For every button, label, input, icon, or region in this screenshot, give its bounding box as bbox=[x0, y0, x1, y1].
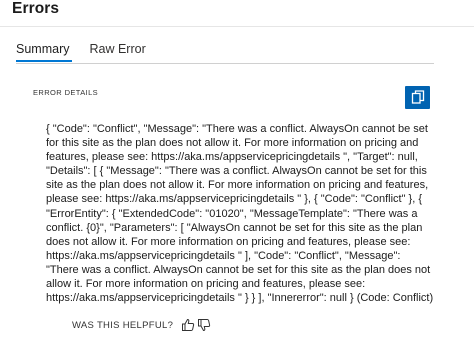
thumbs-up-icon[interactable] bbox=[181, 318, 195, 332]
tab-bar: Summary Raw Error bbox=[16, 40, 166, 64]
error-details-label: ERROR DETAILS bbox=[33, 88, 99, 97]
copy-icon bbox=[411, 90, 425, 105]
copy-button[interactable] bbox=[405, 86, 430, 109]
panel-title: Errors bbox=[12, 0, 60, 17]
error-details-text: { "Code": "Conflict", "Message": "There … bbox=[46, 123, 434, 305]
tab-summary[interactable]: Summary bbox=[16, 40, 75, 62]
header-divider bbox=[0, 26, 474, 27]
feedback-row: WAS THIS HELPFUL? bbox=[72, 317, 211, 333]
tab-raw-error[interactable]: Raw Error bbox=[89, 40, 151, 62]
thumbs-down-icon[interactable] bbox=[197, 318, 211, 332]
feedback-label: WAS THIS HELPFUL? bbox=[72, 319, 174, 331]
tabs-divider bbox=[16, 63, 434, 64]
